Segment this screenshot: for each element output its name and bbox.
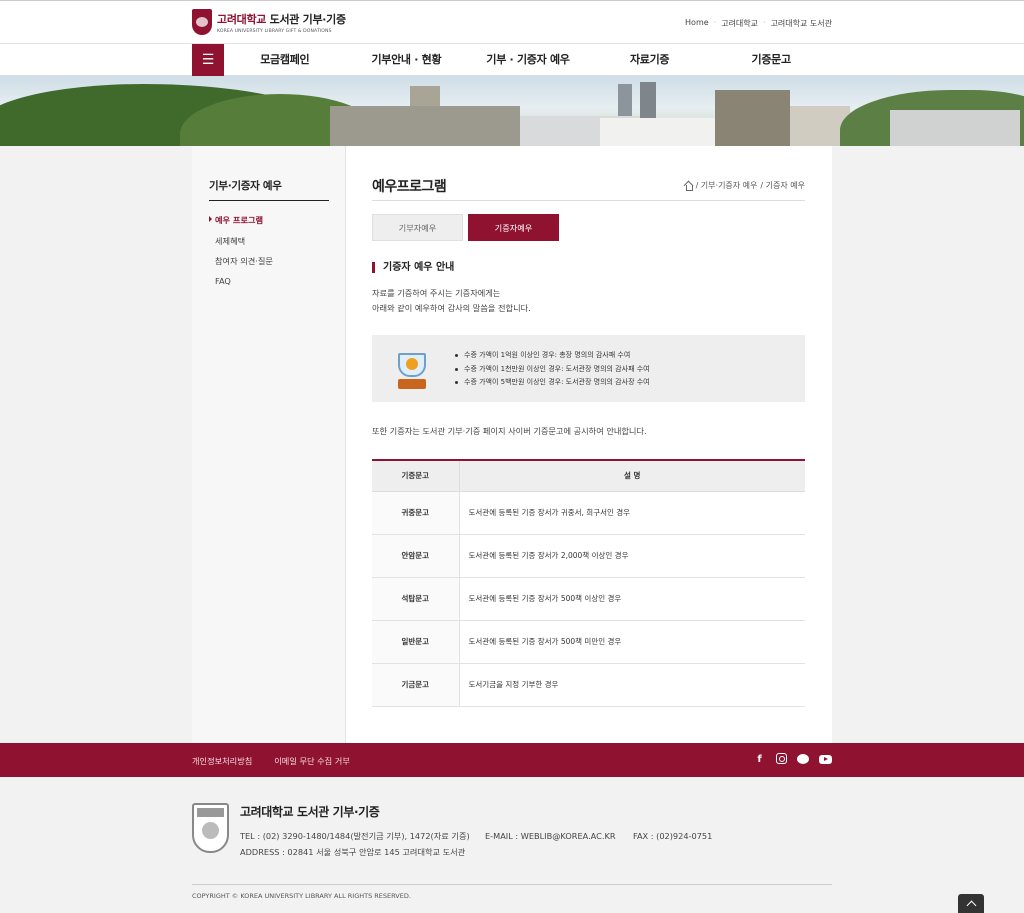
- collection-name-cell: 안암문고: [372, 534, 460, 578]
- global-nav: ☰ 모금캠페인 기부안내 · 현황 기부 · 기증자 예우 자료기증 기증문고: [0, 44, 1024, 76]
- collection-name-cell: 일반문고: [372, 620, 460, 664]
- email-refusal-link[interactable]: 이메일 무단 수집 거부: [274, 755, 350, 767]
- header: 고려대학교 도서관 기부·기증 KOREA UNIVERSITY LIBRARY…: [0, 0, 1024, 44]
- table-header-row: 기증문고 설 명: [372, 460, 805, 492]
- home-icon[interactable]: [684, 181, 693, 191]
- facebook-icon[interactable]: f: [753, 753, 766, 766]
- benefit-item: 수증 가액이 1억원 이상인 경우: 총장 명의의 감사패 수여: [454, 349, 650, 363]
- table-row: 기금문고 도서기금을 지정 기부한 경우: [372, 663, 805, 707]
- scroll-to-top-button[interactable]: [958, 894, 984, 913]
- logo-university-name: 고려대학교: [217, 12, 267, 26]
- footer-fax: FAX : (02)924-0751: [633, 831, 713, 841]
- title-divider: [372, 200, 805, 201]
- intro-line: 자료를 기증하여 주시는 기증자에게는: [372, 288, 501, 298]
- nav-item-donation-info[interactable]: 기부안내 · 현황: [346, 44, 468, 76]
- side-menu-title: 기부·기증자 예우: [209, 178, 329, 201]
- nav-item-campaign[interactable]: 모금캠페인: [224, 44, 346, 76]
- util-link-home[interactable]: Home: [685, 18, 709, 29]
- instagram-icon[interactable]: [776, 753, 787, 764]
- benefit-list: 수증 가액이 1억원 이상인 경우: 총장 명의의 감사패 수여 수증 가액이 …: [454, 349, 650, 390]
- footer-tel: TEL : (02) 3290-1480/1484(발전기금 기부), 1472…: [240, 831, 470, 841]
- hamburger-menu-button[interactable]: ☰: [192, 44, 224, 76]
- util-separator: ·: [763, 18, 766, 27]
- table-row: 석탑문고 도서관에 등록된 기증 장서가 500책 이상인 경우: [372, 577, 805, 621]
- collection-description-cell: 도서관에 등록된 기증 장서가 2,000책 이상인 경우: [459, 534, 805, 578]
- hamburger-icon: ☰: [201, 52, 215, 68]
- privacy-policy-link[interactable]: 개인정보처리방침: [192, 755, 252, 767]
- campus-banner-image: [0, 76, 1024, 146]
- site-logo[interactable]: 고려대학교 도서관 기부·기증 KOREA UNIVERSITY LIBRARY…: [192, 9, 346, 35]
- social-links: f: [753, 753, 832, 766]
- collection-description-cell: 도서관에 등록된 기증 장서가 500책 이상인 경우: [459, 577, 805, 621]
- gnb-menu: 모금캠페인 기부안내 · 현황 기부 · 기증자 예우 자료기증 기증문고: [224, 44, 832, 76]
- collection-name-cell: 석탑문고: [372, 577, 460, 621]
- nav-item-donor-honors[interactable]: 기부 · 기증자 예우: [467, 44, 589, 76]
- utility-links: Home · 고려대학교 · 고려대학교 도서관: [685, 18, 832, 29]
- notice-text: 또한 기증자는 도서관 기부·기증 페이지 사이버 기증문고에 공시하여 안내합…: [372, 426, 647, 436]
- table-row: 안암문고 도서관에 등록된 기증 장서가 2,000책 이상인 경우: [372, 534, 805, 578]
- util-link-university[interactable]: 고려대학교: [721, 18, 758, 29]
- collection-description-cell: 도서관에 등록된 기증 장서가 500책 미만인 경우: [459, 620, 805, 664]
- section-title: 기증자 예우 안내: [372, 262, 454, 273]
- tab-donor-honors[interactable]: 기부자예우: [372, 214, 463, 241]
- side-menu: 기부·기증자 예우 예우 프로그램 세제혜택 참여자 의견·질문 FAQ: [192, 146, 346, 743]
- footer-contact-info: TEL : (02) 3290-1480/1484(발전기금 기부), 1472…: [240, 828, 712, 860]
- table-row: 귀중문고 도서관에 등록된 기증 장서가 귀중서, 희구서인 경우: [372, 491, 805, 535]
- logo-site-name: 도서관 기부·기증: [269, 12, 346, 26]
- trophy-icon: [392, 349, 432, 391]
- tab-bar: 기부자예우 기증자예우: [372, 214, 559, 241]
- benefit-item: 수증 가액이 5백만원 이상인 경우: 도서관장 명의의 감사장 수여: [454, 376, 650, 390]
- util-separator: ·: [713, 18, 717, 27]
- content-wrapper: 기부·기증자 예우 예우 프로그램 세제혜택 참여자 의견·질문 FAQ 예우프…: [192, 146, 832, 743]
- footer-address: ADDRESS : 02841 서울 성북구 안암로 145 고려대학교 도서관: [240, 847, 466, 857]
- collection-name-cell: 귀중문고: [372, 491, 460, 535]
- footer-email: E-MAIL : WEBLIB@KOREA.AC.KR: [485, 831, 616, 841]
- logo-subtitle: KOREA UNIVERSITY LIBRARY GIFT & DONATION…: [217, 28, 332, 34]
- table-row: 일반문고 도서관에 등록된 기증 장서가 500책 미만인 경우: [372, 620, 805, 664]
- collection-description-cell: 도서기금을 지정 기부한 경우: [459, 663, 805, 707]
- benefit-box: 수증 가액이 1억원 이상인 경우: 총장 명의의 감사패 수여 수증 가액이 …: [372, 335, 805, 402]
- column-header-description: 설 명: [459, 460, 805, 492]
- copyright-text: COPYRIGHT © KOREA UNIVERSITY LIBRARY ALL…: [192, 892, 411, 900]
- intro-text: 자료를 기증하여 주시는 기증자에게는 아래와 같이 예우하여 감사의 말씀을 …: [372, 286, 531, 316]
- side-menu-item-feedback[interactable]: 참여자 의견·질문: [209, 255, 273, 276]
- university-emblem-icon: [192, 803, 229, 853]
- collection-table: 기증문고 설 명 귀중문고 도서관에 등록된 기증 장서가 귀중서, 희구서인 …: [372, 459, 805, 707]
- side-menu-item-honor-program[interactable]: 예우 프로그램: [209, 214, 273, 235]
- breadcrumb: / 기부·기증자 예우 / 기증자 예우: [684, 180, 805, 191]
- kakaotalk-icon[interactable]: [797, 754, 809, 764]
- nav-item-donation-collection[interactable]: 기증문고: [710, 44, 832, 76]
- footer: 고려대학교 도서관 기부·기증 TEL : (02) 3290-1480/148…: [0, 777, 1024, 913]
- util-link-library[interactable]: 고려대학교 도서관: [771, 18, 832, 29]
- footer-bar: 개인정보처리방침 이메일 무단 수집 거부 f: [0, 743, 1024, 777]
- youtube-icon[interactable]: [819, 755, 832, 764]
- column-header-collection: 기증문고: [372, 460, 460, 492]
- side-menu-item-tax-benefits[interactable]: 세제혜택: [209, 235, 273, 256]
- page-title: 예우프로그램: [372, 179, 447, 195]
- footer-links: 개인정보처리방침 이메일 무단 수집 거부: [192, 755, 350, 767]
- benefit-item: 수증 가액이 1천만원 이상인 경우: 도서관장 명의의 감사패 수여: [454, 363, 650, 377]
- nav-item-material-donation[interactable]: 자료기증: [589, 44, 711, 76]
- footer-divider: [192, 884, 832, 885]
- collection-name-cell: 기금문고: [372, 663, 460, 707]
- side-menu-item-faq[interactable]: FAQ: [209, 276, 273, 297]
- breadcrumb-item[interactable]: / 기부·기증자 예우: [696, 180, 758, 191]
- side-menu-list: 예우 프로그램 세제혜택 참여자 의견·질문 FAQ: [209, 214, 273, 296]
- university-emblem-icon: [192, 9, 212, 35]
- breadcrumb-item-current: / 기증자 예우: [760, 181, 805, 190]
- footer-site-name: 고려대학교 도서관 기부·기증: [240, 805, 380, 819]
- collection-description-cell: 도서관에 등록된 기증 장서가 귀중서, 희구서인 경우: [459, 491, 805, 535]
- intro-line: 아래와 같이 예우하여 감사의 말씀을 전합니다.: [372, 303, 531, 313]
- tab-contributor-honors[interactable]: 기증자예우: [468, 214, 559, 241]
